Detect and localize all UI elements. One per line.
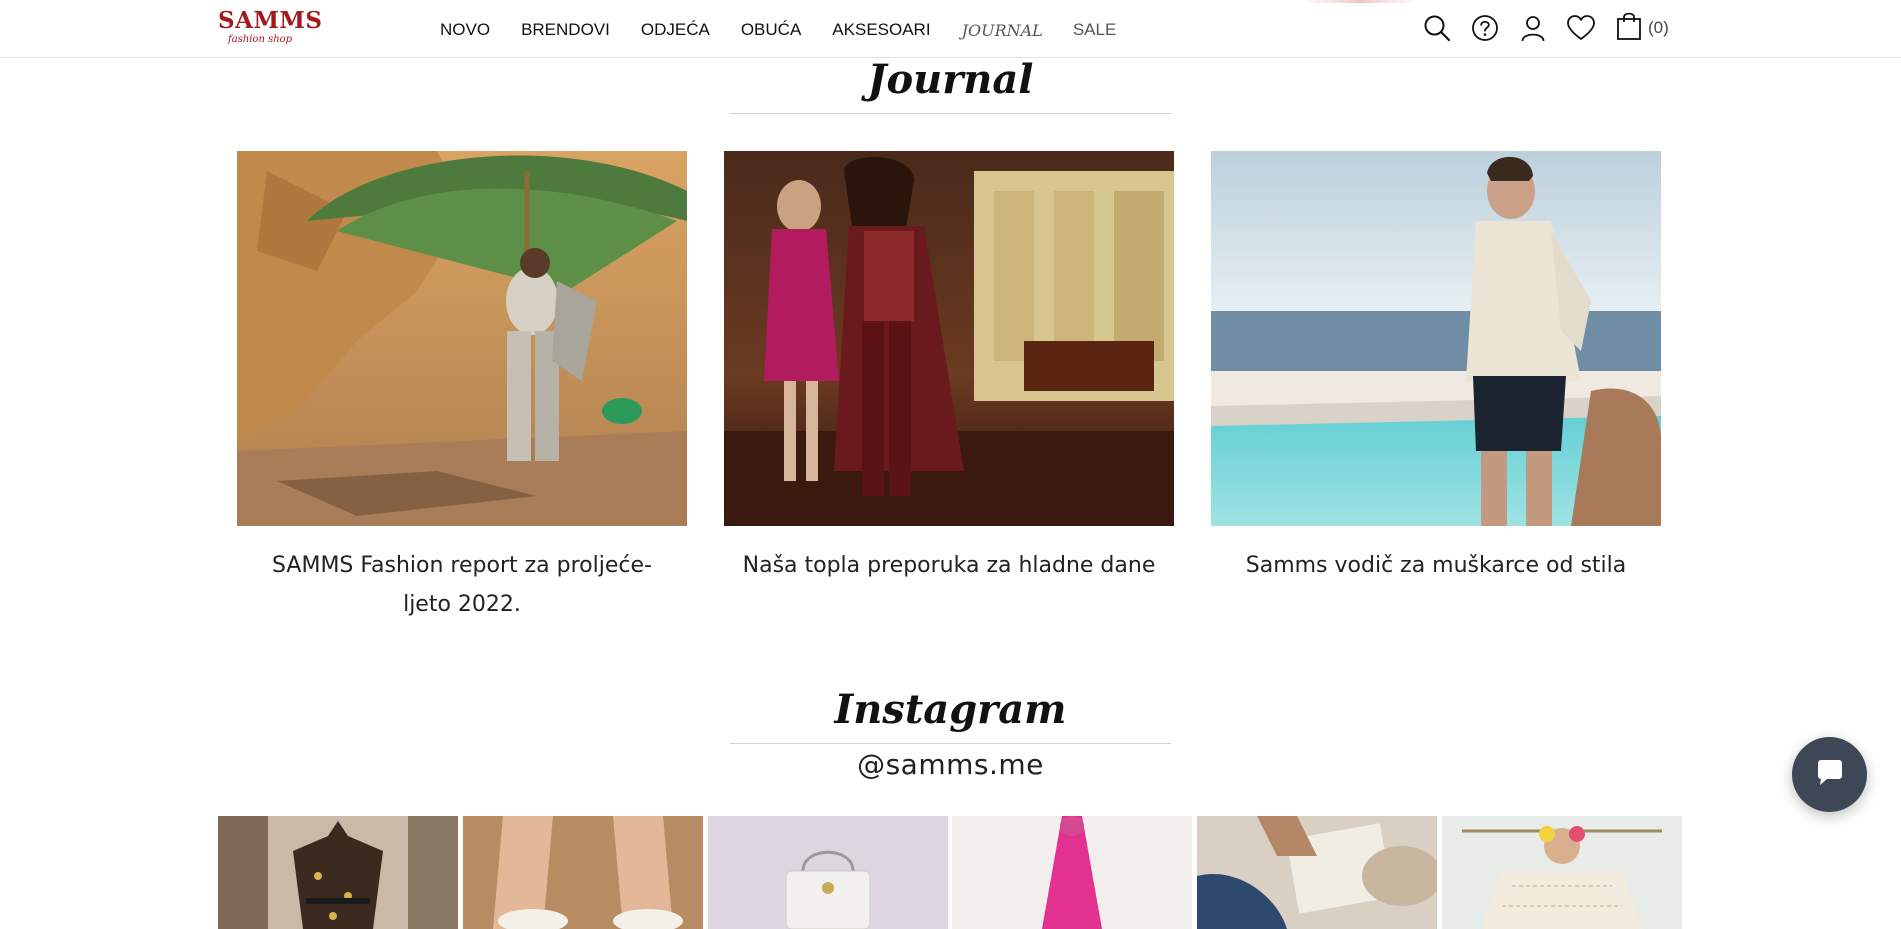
nav-item-obuca[interactable]: OBUĆA bbox=[741, 20, 801, 40]
nav-item-aksesoari[interactable]: AKSESOARI bbox=[832, 20, 930, 40]
instagram-heading: Instagram bbox=[834, 686, 1067, 733]
journal-card-title[interactable]: Naša topla preporuka za hladne dane bbox=[724, 546, 1174, 585]
cart-button[interactable]: (0) bbox=[1616, 11, 1669, 45]
chat-button[interactable] bbox=[1792, 737, 1867, 812]
nav-item-journal[interactable]: JOURNAL bbox=[962, 21, 1043, 40]
instagram-feed bbox=[218, 816, 1682, 929]
journal-divider bbox=[730, 113, 1171, 114]
instagram-post-reading[interactable] bbox=[1197, 816, 1438, 929]
heart-icon[interactable] bbox=[1564, 11, 1598, 45]
journal-image-evening-wear[interactable] bbox=[724, 151, 1174, 526]
journal-card[interactable]: SAMMS Fashion report za proljeće-ljeto 2… bbox=[237, 151, 687, 624]
bag-icon bbox=[1616, 11, 1642, 45]
nav-item-novo[interactable]: NOVO bbox=[440, 20, 490, 40]
instagram-divider bbox=[730, 743, 1171, 744]
instagram-post-floral-dress[interactable] bbox=[218, 816, 458, 929]
journal-card[interactable]: Naša topla preporuka za hladne dane bbox=[724, 151, 1174, 585]
instagram-post-handbag[interactable] bbox=[707, 816, 948, 929]
nav-item-sale[interactable]: SALE bbox=[1073, 20, 1116, 40]
instagram-post-knit-sweater[interactable] bbox=[1441, 816, 1682, 929]
logo[interactable]: SAMMS fashion shop bbox=[218, 7, 323, 50]
instagram-handle[interactable]: @samms.me bbox=[730, 748, 1171, 781]
journal-card-title[interactable]: Samms vodič za muškarce od stila bbox=[1211, 546, 1661, 585]
journal-card-title[interactable]: SAMMS Fashion report za proljeće-ljeto 2… bbox=[237, 546, 687, 624]
search-icon[interactable] bbox=[1420, 11, 1454, 45]
logo-tagline: fashion shop bbox=[228, 34, 293, 45]
instagram-post-pink-dress[interactable] bbox=[952, 816, 1193, 929]
logo-text: SAMMS bbox=[218, 7, 323, 34]
help-icon[interactable] bbox=[1468, 11, 1502, 45]
nav-item-brendovi[interactable]: BRENDOVI bbox=[521, 20, 610, 40]
journal-image-beach-umbrella[interactable] bbox=[237, 151, 687, 526]
main-nav: NOVO BRENDOVI ODJEĆA OBUĆA AKSESOARI JOU… bbox=[440, 18, 1116, 42]
journal-image-men-style[interactable] bbox=[1211, 151, 1661, 526]
instagram-post-sandals[interactable] bbox=[462, 816, 703, 929]
cart-count: (0) bbox=[1648, 18, 1669, 37]
nav-item-odjeca[interactable]: ODJEĆA bbox=[641, 20, 710, 40]
user-icon[interactable] bbox=[1516, 11, 1550, 45]
journal-card[interactable]: Samms vodič za muškarce od stila bbox=[1211, 151, 1661, 585]
header-accent-line bbox=[1300, 0, 1420, 3]
header-icons: (0) bbox=[1420, 10, 1669, 46]
site-header: SAMMS fashion shop NOVO BRENDOVI ODJEĆA … bbox=[0, 0, 1901, 58]
journal-heading: Journal bbox=[867, 56, 1034, 103]
chat-icon bbox=[1815, 759, 1845, 791]
